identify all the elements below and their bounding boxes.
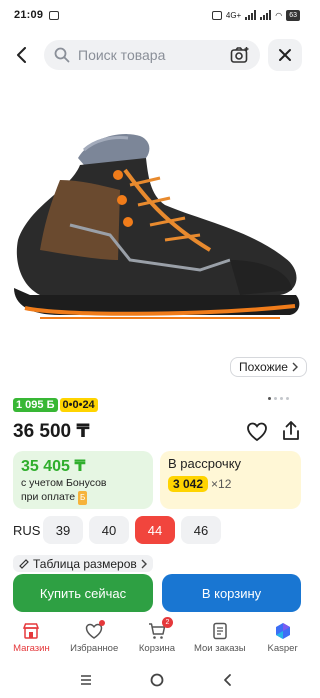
tab-cart[interactable]: 2 Корзина <box>126 617 189 662</box>
cart-count-badge: 2 <box>161 617 173 628</box>
product-image[interactable] <box>0 110 314 350</box>
similar-label: Похожие <box>239 360 288 374</box>
close-button[interactable] <box>268 39 302 71</box>
back-button[interactable] <box>10 43 34 67</box>
bonus-line-1: с учетом Бонусов <box>21 477 107 489</box>
bonus-badge: 1 095 Б <box>13 398 58 412</box>
installment-monthly: 3 042 <box>168 476 209 492</box>
product-price: 36 500 ₸ <box>13 421 90 442</box>
share-icon[interactable] <box>280 420 302 442</box>
system-nav-bar <box>0 666 314 694</box>
close-icon <box>279 49 291 61</box>
size-system-label: RUS <box>13 522 41 538</box>
bonus-price: 35 405 ₸ <box>21 458 86 475</box>
cart-icon: 2 <box>148 617 173 640</box>
add-to-cart-button[interactable]: В корзину <box>162 574 301 612</box>
installment-badge: 0•0•24 <box>59 398 98 412</box>
tab-favorites[interactable]: Избранное <box>63 620 126 662</box>
size-table-link[interactable]: Таблица размеров <box>13 555 153 572</box>
status-icons: 4G+ ◠ 63 <box>211 9 300 21</box>
bonus-mini-badge: Б <box>78 491 88 505</box>
battery-icon: 63 <box>286 9 300 21</box>
wifi-icon: ◠ <box>275 10 283 20</box>
signal-icon <box>245 10 257 20</box>
signal-icon-2 <box>260 10 272 20</box>
bonus-price-card[interactable]: 35 405 ₸ с учетом Бонусов при оплате Б <box>13 451 153 509</box>
installment-times: ×12 <box>211 477 232 491</box>
search-input[interactable]: Поиск товара <box>44 40 260 70</box>
store-icon <box>23 623 40 639</box>
notification-dot <box>99 620 106 626</box>
badges-row: 1 095 Б 0•0•24 <box>13 398 98 412</box>
bottom-tab-bar: Магазин Избранное 2 Корзина Мои заказы K… <box>0 617 314 662</box>
size-option-selected[interactable]: 44 <box>135 516 175 544</box>
back-nav-icon[interactable] <box>221 673 235 687</box>
size-option[interactable]: 40 <box>89 516 129 544</box>
network-type: 4G+ <box>225 10 242 20</box>
bonus-line-2-row: при оплате Б <box>21 490 145 505</box>
camera-icon <box>230 47 249 63</box>
camera-search-button[interactable] <box>230 46 250 64</box>
back-arrow-icon <box>17 47 26 63</box>
page-dot <box>280 397 283 400</box>
gallery-pagination <box>268 397 289 400</box>
buy-now-button[interactable]: Купить сейчас <box>13 574 153 612</box>
orders-icon <box>213 622 227 640</box>
status-time: 21:09 <box>14 9 44 21</box>
search-placeholder: Поиск товара <box>78 47 166 63</box>
size-option[interactable]: 39 <box>43 516 83 544</box>
tab-label: Избранное <box>70 643 119 654</box>
tab-label: Корзина <box>138 643 176 654</box>
tab-label: Мои заказы <box>193 643 246 654</box>
alarm-icon <box>211 10 222 20</box>
page-dot <box>268 397 271 400</box>
chevron-right-icon <box>141 559 147 568</box>
notification-icon <box>49 10 60 20</box>
similar-button[interactable]: Похожие <box>230 357 307 377</box>
home-icon[interactable] <box>150 673 164 687</box>
page-dot <box>274 397 277 400</box>
chevron-right-icon <box>292 362 298 372</box>
size-option[interactable]: 46 <box>181 516 221 544</box>
search-icon <box>54 47 70 63</box>
tab-kasper[interactable]: Kasper <box>251 622 314 662</box>
bonus-line-2: при оплате <box>21 491 76 503</box>
tab-orders[interactable]: Мои заказы <box>188 622 251 662</box>
tab-label: Магазин <box>13 643 50 654</box>
page-dot <box>286 397 289 400</box>
search-header: Поиск товара <box>0 38 314 72</box>
status-bar: 21:09 4G+ ◠ 63 <box>0 0 314 30</box>
installment-row: 3 042 ×12 <box>168 476 293 492</box>
size-selector: RUS 39 40 44 46 <box>13 516 221 544</box>
favorite-heart-icon[interactable] <box>246 421 268 443</box>
ruler-icon <box>19 558 29 569</box>
kasper-icon <box>275 623 290 639</box>
size-table-label: Таблица размеров <box>33 556 137 571</box>
tab-store[interactable]: Магазин <box>0 622 63 662</box>
installment-card[interactable]: В рассрочку 3 042 ×12 <box>160 451 301 509</box>
heart-icon <box>85 620 106 640</box>
recent-apps-icon[interactable] <box>79 673 93 687</box>
installment-title: В рассрочку <box>168 456 242 471</box>
tab-label: Kasper <box>267 643 298 654</box>
